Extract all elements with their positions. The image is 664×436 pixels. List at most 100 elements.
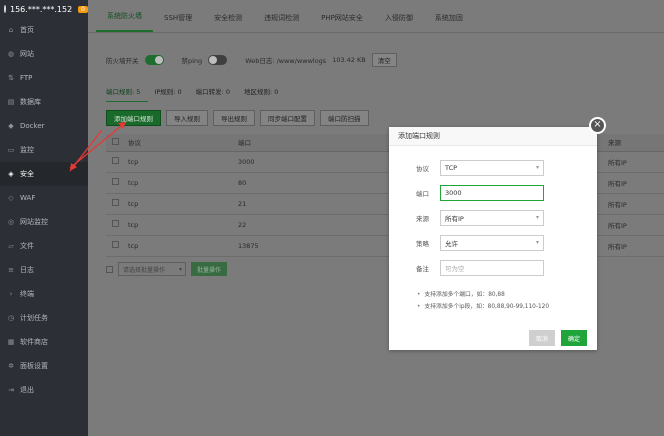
import-rules-button[interactable]: 导入规则 (166, 110, 208, 126)
select-all-checkbox[interactable] (112, 137, 119, 145)
sidebar-item-waf[interactable]: ◇ WAF (0, 186, 88, 210)
tab-system-firewall[interactable]: 系统防火墙 (96, 11, 153, 32)
batch-action-button[interactable]: 批量操作 (191, 262, 228, 276)
sidebar-item-logs[interactable]: ≡ 日志 (0, 258, 88, 282)
sidebar-item-cron[interactable]: ◷ 计划任务 (0, 306, 88, 330)
sync-port-config-button[interactable]: 同步端口配置 (260, 110, 315, 126)
dialog-tips: 支持添加多个端口，如：80,88 支持添加多个ip段，如：80,88,90-99… (417, 289, 549, 313)
strategy-select[interactable]: 允许 ▾ (440, 234, 544, 251)
rule-actions: 添加端口规则 导入规则 导出规则 同步端口配置 端口防扫描 (106, 110, 369, 126)
source-select[interactable]: 所有IP ▾ (440, 209, 544, 226)
ping-toggle[interactable] (208, 55, 228, 65)
sidebar-item-label: 退出 (20, 386, 34, 394)
port-value: 3000 (445, 188, 462, 197)
col-source: 来源 (608, 134, 664, 152)
sidebar-item-label: 网站监控 (20, 218, 48, 226)
add-port-rule-button[interactable]: 添加端口规则 (106, 110, 161, 126)
sidebar-item-home[interactable]: ⌂ 首页 (0, 18, 88, 42)
sidebar-item-label: 软件商店 (20, 338, 48, 346)
export-rules-button[interactable]: 导出规则 (213, 110, 255, 126)
server-logo-icon (4, 5, 6, 13)
tab-php-security[interactable]: PHP网站安全 (310, 13, 374, 32)
sidebar-item-database[interactable]: ▤ 数据库 (0, 90, 88, 114)
col-protocol: 协议 (128, 134, 238, 152)
sidebar-item-label: FTP (20, 74, 33, 82)
protocol-select[interactable]: TCP ▾ (440, 159, 544, 176)
terminal-icon: › (9, 290, 13, 298)
sidebar-item-security[interactable]: ◈ 安全 (0, 162, 88, 186)
subtab-ip-rules[interactable]: IP规则: 0 (154, 84, 189, 102)
gear-icon: ✲ (8, 362, 14, 370)
cell-source: 所有IP (608, 214, 664, 236)
clock-icon: ◷ (7, 314, 15, 322)
chevron-down-icon: ▾ (178, 265, 182, 273)
database-icon: ▤ (7, 98, 15, 106)
sidebar-item-ftp[interactable]: ⇅ FTP (0, 66, 88, 90)
cancel-button[interactable]: 取消 (529, 330, 556, 346)
clear-log-button[interactable]: 清空 (371, 53, 397, 67)
cell-protocol: tcp (128, 151, 238, 173)
sidebar-item-website[interactable]: ◍ 网站 (0, 42, 88, 66)
cell-source: 所有IP (608, 151, 664, 173)
sidebar: 156.***.***.152 0 ⌂ 首页 ◍ 网站 ⇅ FTP ▤ 数据库 ◆ Doc… (0, 0, 88, 436)
port-row: 端口 3000 (389, 184, 597, 201)
remark-input[interactable]: 可为空 (440, 259, 544, 276)
sidebar-item-label: 面板设置 (20, 362, 48, 370)
row-checkbox[interactable] (112, 157, 119, 164)
cell-protocol: tcp (128, 214, 238, 236)
subtab-port-forward[interactable]: 端口转发: 0 (196, 84, 238, 102)
server-ip: 156.***.***.152 (10, 4, 73, 14)
site-monitor-icon: ◎ (7, 218, 15, 226)
shield-icon: ◈ (8, 170, 14, 178)
sidebar-item-label: 终端 (20, 290, 34, 298)
bottom-select-all-checkbox[interactable] (106, 265, 113, 273)
sidebar-item-terminal[interactable]: › 终端 (0, 282, 88, 306)
row-checkbox[interactable] (112, 241, 119, 248)
chevron-down-icon: ▾ (535, 214, 539, 221)
cell-protocol: tcp (128, 235, 238, 257)
dialog-title: 添加端口规则 (389, 127, 597, 146)
source-value: 所有IP (445, 214, 464, 223)
row-checkbox[interactable] (112, 199, 119, 206)
ftp-icon: ⇅ (8, 74, 14, 82)
sidebar-item-logout[interactable]: ⇥ 退出 (0, 378, 88, 402)
port-input[interactable]: 3000 (440, 184, 544, 201)
tab-ssh[interactable]: SSH管理 (153, 13, 203, 32)
sidebar-item-label: 网站 (20, 50, 34, 58)
notification-badge[interactable]: 0 (78, 5, 88, 13)
tip-item: 支持添加多个ip段，如：80,88,90-99,110-120 (417, 301, 549, 313)
weblog-path: Web日志: /www/wwwlogs (245, 57, 327, 65)
remark-row: 备注 可为空 (389, 259, 597, 276)
row-checkbox[interactable] (112, 178, 119, 185)
globe-icon: ◍ (7, 50, 15, 58)
confirm-button[interactable]: 确定 (561, 330, 588, 346)
row-checkbox[interactable] (112, 220, 119, 227)
batch-row: 请选择批量操作 ▾ 批量操作 (106, 262, 228, 276)
folder-icon: ▱ (8, 242, 14, 250)
monitor-icon: ▭ (7, 146, 15, 154)
tab-intrusion[interactable]: 入侵防御 (374, 13, 424, 32)
tab-word-check[interactable]: 违规词检测 (253, 13, 310, 32)
batch-select[interactable]: 请选择批量操作 ▾ (118, 262, 186, 276)
log-icon: ≡ (8, 266, 14, 274)
strategy-value: 允许 (445, 239, 458, 248)
close-icon[interactable]: × (589, 117, 606, 134)
source-label: 来源 (416, 214, 429, 223)
sidebar-item-label: 计划任务 (20, 314, 48, 322)
sidebar-item-files[interactable]: ▱ 文件 (0, 234, 88, 258)
sidebar-item-docker[interactable]: ◆ Docker (0, 114, 88, 138)
sidebar-item-label: 数据库 (20, 98, 41, 106)
sidebar-item-settings[interactable]: ✲ 面板设置 (0, 354, 88, 378)
sidebar-item-store[interactable]: ▦ 软件商店 (0, 330, 88, 354)
tab-hardening[interactable]: 系统加固 (424, 13, 474, 32)
subtab-port-rules[interactable]: 端口规则: 5 (106, 84, 149, 102)
sidebar-item-label: 日志 (20, 266, 34, 274)
subtab-region-rules[interactable]: 地区规则: 0 (244, 84, 286, 102)
port-anti-scan-button[interactable]: 端口防扫描 (320, 110, 369, 126)
tab-security-check[interactable]: 安全检测 (203, 13, 253, 32)
port-label: 端口 (416, 189, 429, 198)
firewall-toggle[interactable] (144, 55, 164, 65)
strategy-row: 策略 允许 ▾ (389, 234, 597, 251)
sidebar-item-monitor[interactable]: ▭ 监控 (0, 138, 88, 162)
sidebar-item-site-monitor[interactable]: ◎ 网站监控 (0, 210, 88, 234)
